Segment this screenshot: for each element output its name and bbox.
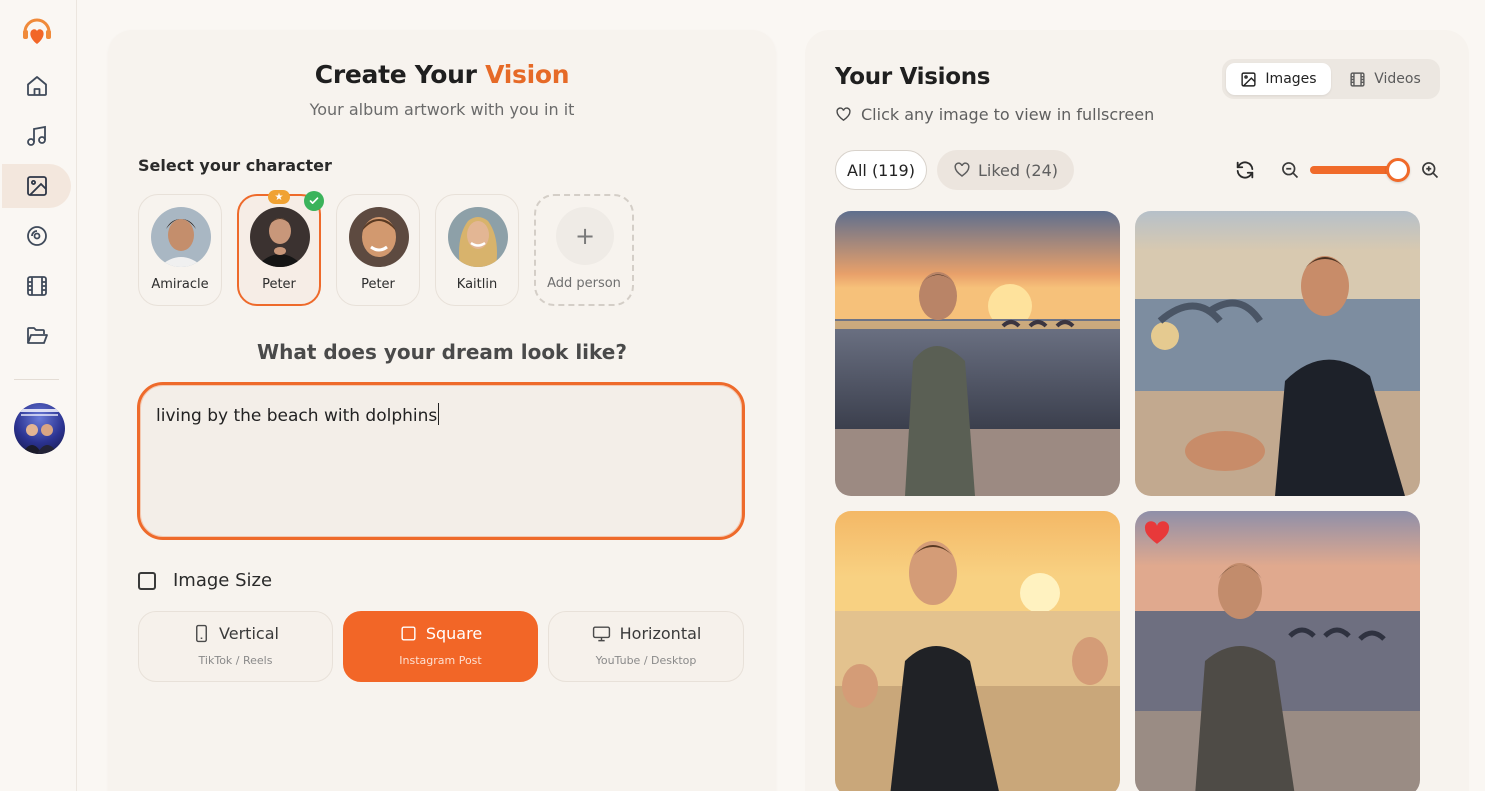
dream-text-value: living by the beach with dolphins (156, 406, 438, 426)
image-icon (1241, 71, 1257, 87)
sidebar-divider (14, 379, 59, 380)
tab-images[interactable]: Images (1226, 63, 1331, 95)
size-option-sub: YouTube / Desktop (595, 654, 697, 667)
size-option-square[interactable]: Square Instagram Post (343, 611, 538, 682)
character-name: Peter (262, 277, 296, 292)
title-accent: Vision (485, 60, 570, 89)
size-option-label: Square (425, 624, 483, 643)
refresh-icon[interactable] (1234, 159, 1256, 181)
user-avatar[interactable] (14, 403, 65, 454)
image-size-checkbox[interactable] (138, 571, 156, 590)
visions-title: Your Visions (835, 64, 991, 90)
character-avatar (349, 207, 409, 267)
page-title: Create Your Vision (314, 60, 570, 89)
film-icon (26, 276, 47, 296)
nav-music[interactable] (2, 114, 71, 158)
zoom-in-icon[interactable] (1420, 160, 1440, 180)
size-option-label: Horizontal (619, 624, 702, 643)
page-subtitle: Your album artwork with you in it (309, 100, 575, 119)
square-icon (401, 626, 416, 641)
size-option-sub: Instagram Post (399, 654, 482, 667)
favorite-star-icon: ★ (268, 190, 290, 204)
filter-liked[interactable]: Liked (24) (937, 150, 1074, 190)
phone-icon (196, 624, 208, 643)
size-option-sub: TikTok / Reels (198, 654, 273, 667)
filter-label: All (119) (847, 160, 915, 180)
selected-check-icon (304, 191, 324, 211)
image-size-toggle[interactable]: Image Size (138, 570, 272, 591)
vision-image-2[interactable] (1135, 211, 1420, 496)
character-name: Peter (361, 277, 395, 292)
zoom-slider[interactable] (1310, 158, 1411, 182)
vision-image-4[interactable] (1135, 511, 1420, 791)
character-name: Amiracle (151, 277, 209, 292)
character-avatar (151, 207, 211, 267)
character-section-label: Select your character (138, 156, 332, 175)
character-avatar (448, 207, 508, 267)
vision-image-3[interactable] (835, 511, 1120, 791)
size-option-label: Vertical (219, 624, 279, 643)
visions-hint: Click any image to view in fullscreen (835, 105, 1154, 124)
add-person-label: Add person (547, 276, 621, 291)
heart-outline-icon (836, 107, 851, 122)
nav-albums[interactable] (2, 214, 71, 258)
vinyl-disc-icon (26, 226, 47, 246)
dream-textarea[interactable]: living by the beach with dolphins (137, 382, 745, 540)
tab-videos[interactable]: Videos (1334, 63, 1436, 95)
character-card-peter-selected[interactable]: Peter (237, 194, 321, 306)
tab-label: Images (1265, 71, 1317, 87)
nav-videos[interactable] (2, 264, 71, 308)
monitor-icon (592, 626, 610, 642)
character-name: Kaitlin (456, 277, 498, 292)
zoom-slider-fill (1310, 166, 1399, 174)
size-option-horizontal[interactable]: Horizontal YouTube / Desktop (548, 611, 744, 682)
film-icon (1350, 71, 1365, 87)
size-option-vertical[interactable]: Vertical TikTok / Reels (138, 611, 333, 682)
liked-heart-icon[interactable] (1144, 521, 1170, 545)
media-type-toggle: Images Videos (1222, 59, 1440, 99)
character-card-amiracle[interactable]: Amiracle (138, 194, 222, 306)
image-size-label: Image Size (173, 570, 273, 591)
filter-label: Liked (24) (978, 160, 1058, 180)
character-card-peter[interactable]: Peter (336, 194, 420, 306)
nav-images[interactable] (2, 164, 71, 208)
add-person-button[interactable]: + Add person (534, 194, 634, 306)
logo-icon[interactable] (20, 14, 54, 48)
zoom-out-icon[interactable] (1280, 160, 1300, 180)
text-caret (438, 403, 440, 425)
filter-all[interactable]: All (119) (835, 150, 927, 190)
character-card-kaitlin[interactable]: Kaitlin (435, 194, 519, 306)
vision-image-1[interactable] (835, 211, 1120, 496)
hint-text: Click any image to view in fullscreen (861, 105, 1155, 124)
tab-label: Videos (1374, 71, 1421, 87)
heart-outline-icon (954, 162, 970, 177)
music-note-icon (26, 125, 46, 146)
dream-prompt-label: What does your dream look like? (257, 340, 627, 364)
image-icon (26, 176, 47, 196)
character-avatar (250, 207, 310, 267)
plus-icon: + (556, 207, 614, 265)
